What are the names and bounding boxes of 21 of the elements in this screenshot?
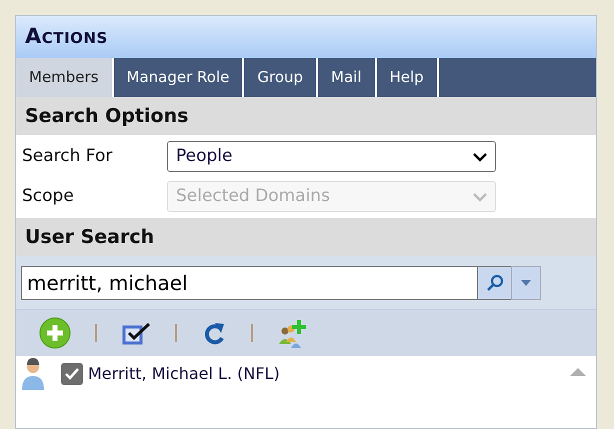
panel-title: Actions <box>16 16 596 58</box>
search-button[interactable] <box>478 266 511 300</box>
checkbox-icon[interactable] <box>121 320 151 346</box>
add-icon[interactable] <box>39 317 71 349</box>
user-icon <box>21 357 45 391</box>
search-icon <box>486 274 504 292</box>
field-label: Search For <box>22 144 114 168</box>
checkbox[interactable] <box>61 363 83 385</box>
result-name[interactable]: Merritt, Michael L. (NFL) <box>88 362 280 386</box>
search-field[interactable]: merritt, michael <box>21 266 478 300</box>
field-label: Scope <box>22 184 75 208</box>
section-heading: User Search <box>16 218 596 256</box>
caret-icon <box>521 280 531 286</box>
checkmark-icon <box>64 367 80 381</box>
section-heading: Search Options <box>16 97 596 135</box>
add-users-icon[interactable] <box>277 318 307 348</box>
dropdown-button[interactable] <box>511 266 541 300</box>
caret-icon <box>473 152 487 162</box>
tab[interactable]: Members <box>16 58 114 97</box>
dropdown-field[interactable]: People <box>167 141 496 172</box>
caret-icon <box>473 192 487 202</box>
